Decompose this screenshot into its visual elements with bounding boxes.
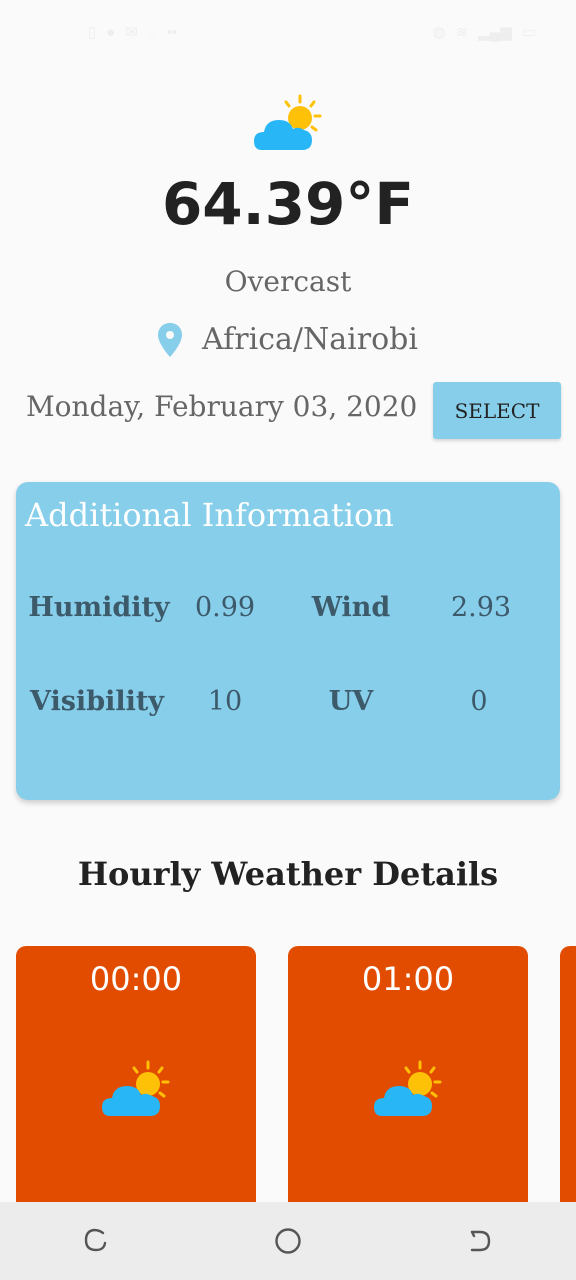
partly-cloudy-icon: [374, 1060, 442, 1116]
hour-card[interactable]: 00:00: [16, 946, 256, 1246]
status-left: ▯ ● ✉ ◌ ••: [88, 23, 178, 42]
additional-info-card: Additional Information Humidity 0.99 Win…: [16, 482, 560, 800]
wind-label: Wind: [311, 592, 391, 623]
mail-icon: ✉: [125, 24, 138, 41]
hour-card-partial[interactable]: [560, 946, 576, 1246]
back-button[interactable]: [450, 1211, 510, 1271]
uv-value: 0: [470, 686, 488, 717]
select-date-button[interactable]: SELECT: [433, 382, 561, 439]
home-icon: [275, 1228, 301, 1254]
temperature: 64.39°F: [161, 170, 415, 238]
home-button[interactable]: [258, 1211, 318, 1271]
system-nav-bar: [0, 1202, 576, 1280]
signal-icon: ▂▄▆: [478, 24, 512, 41]
status-right: ◍ ≋ ▂▄▆ ▭: [432, 23, 536, 41]
hour-time: 00:00: [89, 960, 183, 998]
status-bar: ▯ ● ✉ ◌ •• ◍ ≋ ▂▄▆ ▭: [0, 0, 576, 64]
recent-apps-button[interactable]: [66, 1211, 126, 1271]
hour-card[interactable]: 01:00: [288, 946, 528, 1246]
more-icon: ••: [166, 23, 178, 41]
partly-cloudy-icon: [102, 1060, 170, 1116]
sim-icon: ▯: [88, 24, 97, 41]
alarm-icon: ◍: [432, 24, 446, 41]
location-pin-icon: [158, 322, 183, 357]
selected-date: Monday, February 03, 2020: [26, 390, 418, 423]
back-icon: [470, 1230, 491, 1252]
additional-info-title: Additional Information: [25, 496, 394, 534]
wifi-icon: ≋: [455, 24, 469, 41]
whatsapp-icon: ◌: [147, 23, 157, 41]
location: Africa/Nairobi: [0, 322, 576, 357]
hourly-title: Hourly Weather Details: [77, 855, 499, 893]
location-text: Africa/Nairobi: [202, 322, 418, 357]
wind-value: 2.93: [450, 592, 512, 623]
partly-cloudy-icon: [254, 94, 322, 150]
notification-icon: ●: [106, 23, 116, 41]
hour-time: 01:00: [361, 960, 455, 998]
battery-icon: ▭: [521, 24, 536, 41]
condition-text: Overcast: [224, 265, 352, 298]
recent-apps-icon: [84, 1228, 107, 1252]
